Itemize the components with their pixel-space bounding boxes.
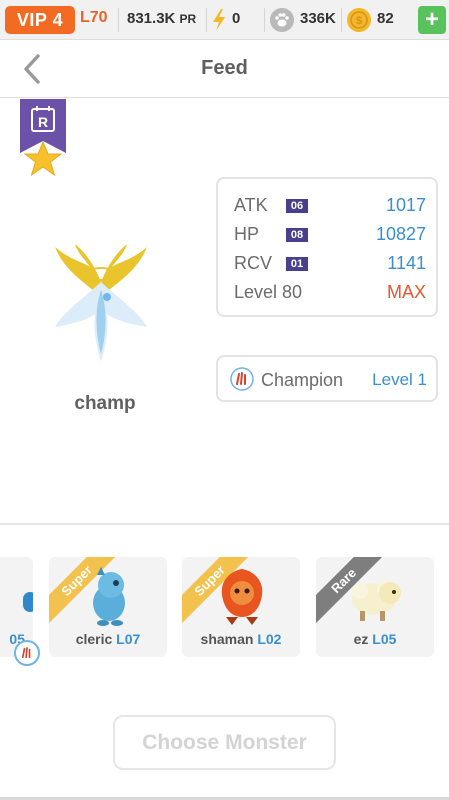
lightning-icon [213,9,225,31]
stat-value: 1141 [387,253,426,273]
status-divider [118,8,119,32]
stat-label: HP [234,224,260,244]
coin-count: 82 [377,10,394,27]
monster-name: champ [74,393,136,414]
stat-row-atk: ATK 06 1017 [234,193,426,221]
paw-icon [270,8,294,32]
nav-header: Feed [0,40,449,98]
monster-thumbnail [23,592,33,612]
monster-thumbnail [352,580,401,621]
page-title: Feed [201,57,248,79]
stat-badge: 01 [286,257,308,271]
card-name: shaman [200,631,254,647]
claw-icon [14,640,40,666]
stat-badge: 08 [286,228,308,242]
status-divider [206,8,207,32]
power-rating: 831.3K PR [127,10,196,27]
choose-monster-button[interactable]: Choose Monster [113,715,336,770]
card-level: L07 [116,631,141,647]
monster-thumbnail [93,567,125,626]
skill-level: Level 1 [372,370,427,389]
monster-card-ez[interactable]: Rare ez L05 [316,557,434,657]
star-icon [24,140,62,177]
stats-card: ATK 06 1017 HP 08 10827 RCV 01 1141 Leve… [216,177,438,317]
monster-thumbnail [221,569,263,625]
stat-value: 10827 [375,224,426,244]
section-divider [0,523,449,525]
monster-card-shaman[interactable]: Super shaman L02 [182,557,300,657]
skill-card[interactable]: Champion Level 1 [216,355,438,402]
power-suffix: PR [179,12,197,26]
monster-card-cleric[interactable]: Super cleric L07 [49,557,167,657]
player-level: L70 [80,9,108,26]
stat-label: Level 80 [234,282,303,302]
coin-icon: $ [347,8,371,32]
card-name: cleric [75,631,113,647]
stat-row-level: Level 80 MAX [234,280,426,308]
stat-label: RCV [234,253,273,273]
card-label: ez L05 [316,631,434,647]
stat-row-rcv: RCV 01 1141 [234,251,426,279]
ribbon-letter: R [38,114,48,130]
stat-badge: 06 [286,199,308,213]
skill-name: Champion [261,370,344,390]
card-level: L02 [257,631,282,647]
status-bar: VIP 4 L70 831.3K PR 0 336K $ 82 + [0,0,449,40]
feed-screen: VIP 4 L70 831.3K PR 0 336K $ 82 + Feed R… [0,0,449,800]
card-label: shaman L02 [182,631,300,647]
paw-count: 336K [300,10,336,27]
power-value: 831.3K [127,10,176,27]
card-name: ez [353,631,369,647]
energy-count: 0 [232,10,241,27]
card-level: L05 [372,631,397,647]
vip-badge[interactable]: VIP 4 [5,6,75,34]
add-currency-button[interactable]: + [418,6,446,34]
level-max-value: MAX [386,282,426,302]
stat-value: 1017 [385,195,426,215]
monster-illustration [55,244,147,362]
stat-label: ATK [234,195,268,215]
status-divider [264,8,265,32]
claw-icon [230,367,254,391]
status-divider [341,8,342,32]
stat-row-hp: HP 08 10827 [234,222,426,250]
card-label: cleric L07 [49,631,167,647]
svg-text:$: $ [356,15,362,27]
